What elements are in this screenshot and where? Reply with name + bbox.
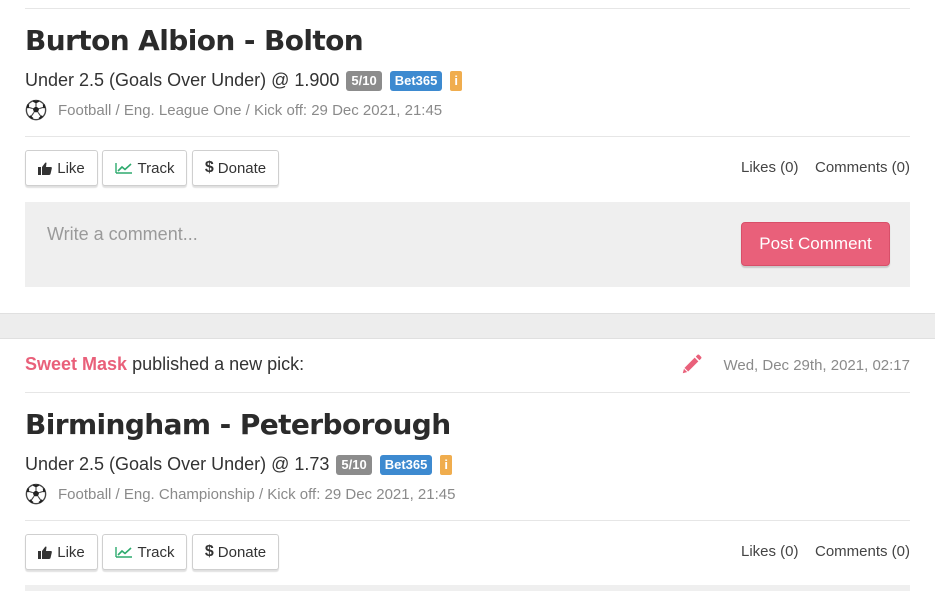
pick-meta: Football / Eng. League One / Kick off: 2… <box>25 99 442 121</box>
stake-badge: 5/10 <box>346 70 382 91</box>
pencil-icon[interactable] <box>680 354 702 376</box>
comment-box <box>25 585 910 591</box>
divider <box>25 520 910 521</box>
divider <box>25 392 910 393</box>
like-label: Like <box>57 159 85 177</box>
pick-line: Under 2.5 (Goals Over Under) @ 1.73 5/10… <box>25 454 460 475</box>
pick-card: Sweet Mask published a new pick: Wed, Dec… <box>0 339 935 591</box>
meta-text: Football / Eng. League One / Kick off: 2… <box>58 101 443 119</box>
info-badge[interactable]: i <box>450 70 462 91</box>
soccer-ball-icon <box>25 99 47 121</box>
track-button[interactable]: Track <box>102 534 187 570</box>
thumbs-up-icon <box>38 162 53 175</box>
pick-card: Burton Albion - Bolton Under 2.5 (Goals … <box>0 0 935 313</box>
trend-line-icon <box>114 163 132 174</box>
published-text: published a new pick: <box>132 354 305 374</box>
publisher-name[interactable]: Sweet Mask <box>25 354 127 374</box>
post-comment-button[interactable]: Post Comment <box>741 222 890 266</box>
stake-badge: 5/10 <box>336 454 372 475</box>
donate-button[interactable]: $ Donate <box>192 150 279 186</box>
donate-label: Donate <box>217 159 267 177</box>
track-label: Track <box>137 543 175 561</box>
divider <box>25 8 910 9</box>
dollar-icon: $ <box>204 543 214 560</box>
thumbs-up-icon <box>38 546 53 559</box>
bookmaker-badge[interactable]: Bet365 <box>389 70 443 91</box>
match-title[interactable]: Birmingham - Peterborough <box>25 408 451 441</box>
soccer-ball-icon <box>25 483 47 505</box>
dollar-icon: $ <box>204 159 214 176</box>
post-date: Wed, Dec 29th, 2021, 02:17 <box>723 357 910 374</box>
donate-label: Donate <box>217 543 267 561</box>
track-label: Track <box>137 159 175 177</box>
pick-meta: Football / Eng. Championship / Kick off:… <box>25 483 455 505</box>
match-title[interactable]: Burton Albion - Bolton <box>25 24 364 57</box>
meta-text: Football / Eng. Championship / Kick off:… <box>58 485 456 503</box>
comments-count[interactable]: Comments (0) <box>815 543 910 560</box>
trend-line-icon <box>114 547 132 558</box>
pick-line: Under 2.5 (Goals Over Under) @ 1.900 5/1… <box>25 70 470 91</box>
feed-separator <box>0 313 935 339</box>
comment-box: Post Comment <box>25 202 910 287</box>
donate-button[interactable]: $ Donate <box>192 534 279 570</box>
like-button[interactable]: Like <box>25 534 98 570</box>
likes-count[interactable]: Likes (0) <box>741 159 799 176</box>
track-button[interactable]: Track <box>102 150 187 186</box>
likes-count[interactable]: Likes (0) <box>741 543 799 560</box>
pick-text: Under 2.5 (Goals Over Under) @ 1.900 <box>25 70 340 90</box>
info-badge[interactable]: i <box>440 454 452 475</box>
divider <box>25 136 910 137</box>
comments-count[interactable]: Comments (0) <box>815 159 910 176</box>
pick-text: Under 2.5 (Goals Over Under) @ 1.73 <box>25 454 330 474</box>
like-button[interactable]: Like <box>25 150 98 186</box>
bookmaker-badge[interactable]: Bet365 <box>379 454 433 475</box>
comment-input[interactable] <box>45 218 689 250</box>
like-label: Like <box>57 543 85 561</box>
publisher-line: Sweet Mask published a new pick: <box>25 354 304 375</box>
